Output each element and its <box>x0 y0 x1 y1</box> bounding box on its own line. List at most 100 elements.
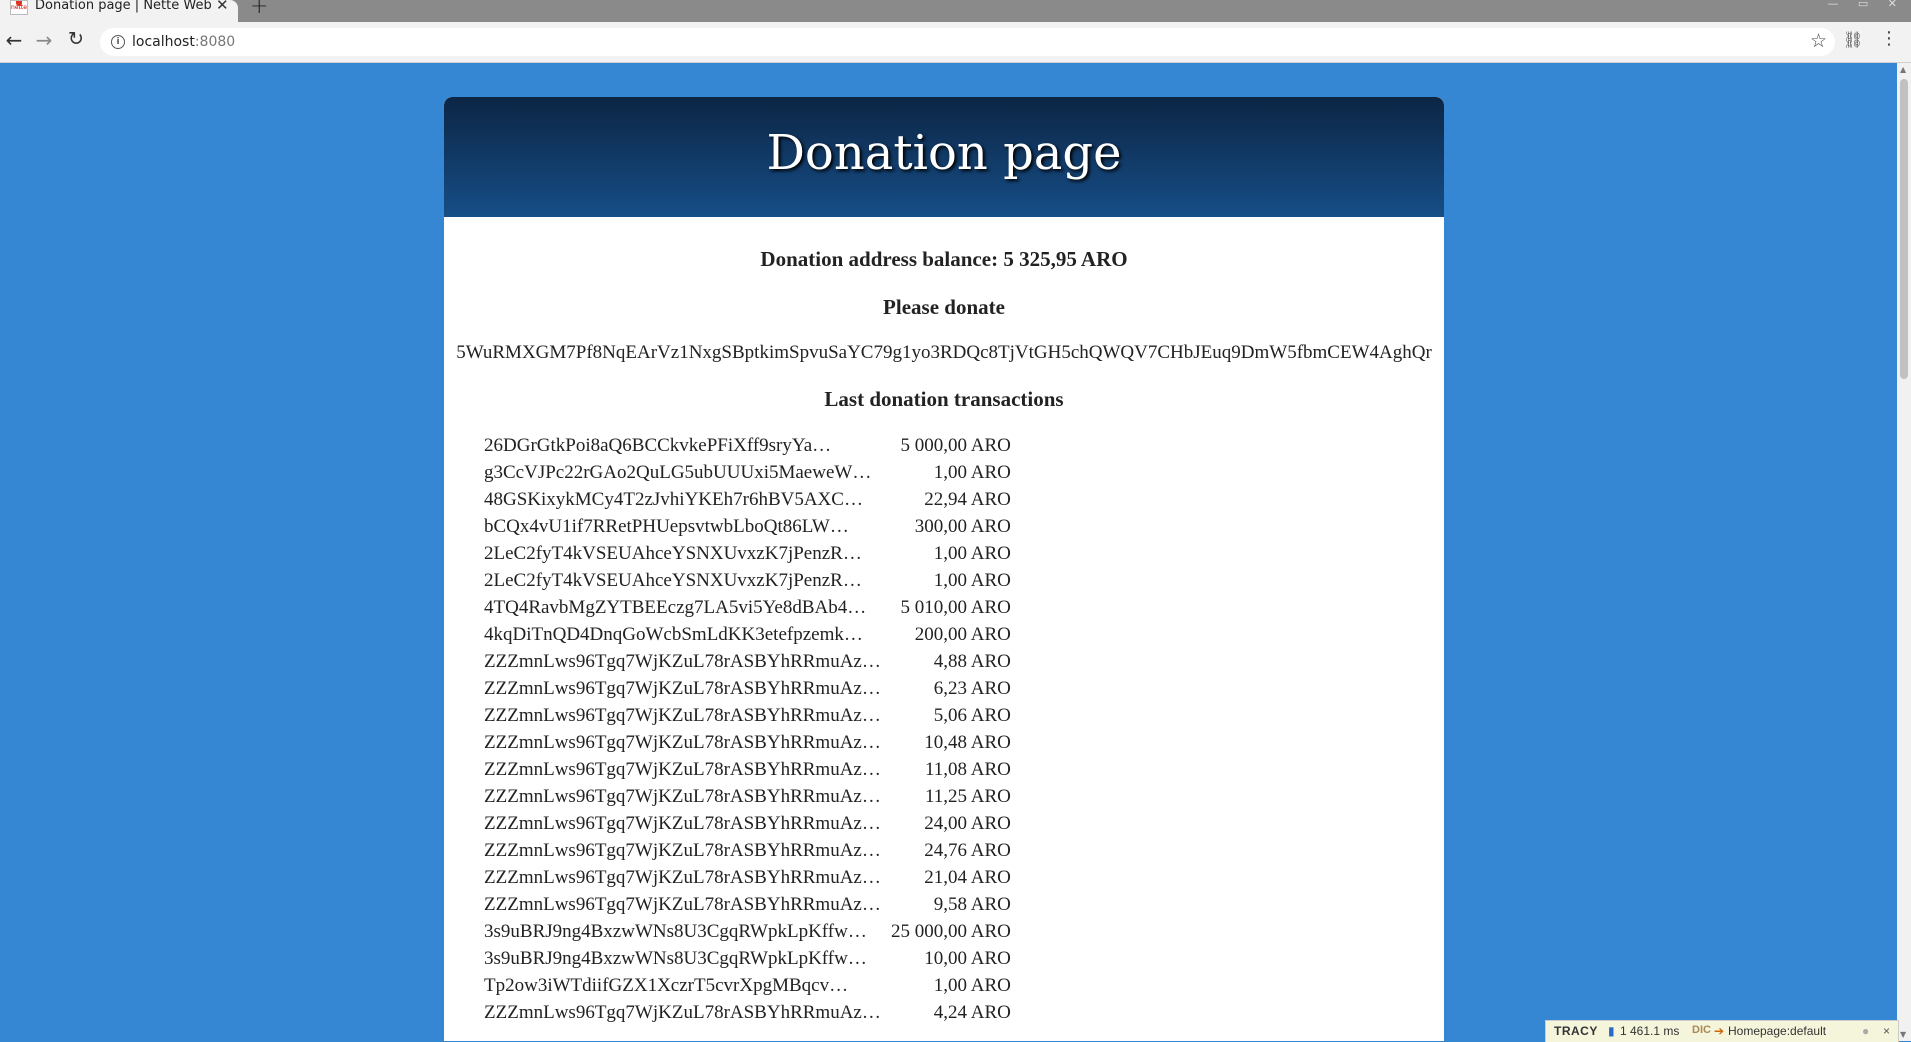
info-icon[interactable]: i <box>111 35 125 49</box>
transaction-hash: ZZZmnLws96Tgq7WjKZuL78rASBYhRRmuAz… <box>484 1002 881 1023</box>
transaction-hash: ZZZmnLws96Tgq7WjKZuL78rASBYhRRmuAz… <box>484 705 881 726</box>
transactions-table: 26DGrGtkPoi8aQ6BCCkvkePFiXff9sryYa… 5 000… <box>484 435 1011 1029</box>
transaction-amount: 200,00 ARO <box>914 624 1011 645</box>
transaction-hash: 3s9uBRJ9ng4BxzwWNs8U3CgqRWpkLpKffw… <box>484 948 867 969</box>
transaction-row: ZZZmnLws96Tgq7WjKZuL78rASBYhRRmuAz… 24,00… <box>484 813 1011 840</box>
page-header: Donation page <box>444 97 1444 217</box>
transaction-amount: 22,94 ARO <box>924 489 1011 510</box>
transaction-amount: 25 000,00 ARO <box>891 921 1011 942</box>
scroll-down-arrow-icon[interactable]: ▼ <box>1900 1030 1906 1039</box>
tab-title: Donation page | Nette Web <box>35 0 212 13</box>
browser-toolbar: ← → ↻ i localhost:8080 ☆ ⛓ ⋮ <box>0 22 1911 63</box>
scroll-thumb[interactable] <box>1900 79 1908 379</box>
transaction-hash: 2LeC2fyT4kVSEUAhceYSNXUvxzK7jPenzR… <box>484 543 862 564</box>
tab-donation-page[interactable]: nette Donation page | Nette Web ✕ <box>0 0 238 22</box>
back-arrow-icon[interactable]: ← <box>2 28 26 52</box>
star-icon[interactable]: ☆ <box>1810 30 1827 52</box>
url-host: localhost <box>132 34 195 50</box>
transaction-amount: 5 010,00 ARO <box>900 597 1011 618</box>
transaction-hash: 4kqDiTnQD4DnqGoWcbSmLdKK3etefpzemk… <box>484 624 863 645</box>
donation-card: Donation page Donation address balance: … <box>444 97 1444 1041</box>
transaction-amount: 9,58 ARO <box>933 894 1011 915</box>
transaction-hash: ZZZmnLws96Tgq7WjKZuL78rASBYhRRmuAz… <box>484 786 881 807</box>
reload-icon[interactable]: ↻ <box>64 28 88 50</box>
page-scrollbar[interactable]: ▲ ▼ <box>1897 63 1911 1041</box>
tracy-logo[interactable]: TRACY <box>1554 1024 1598 1038</box>
transaction-row: ZZZmnLws96Tgq7WjKZuL78rASBYhRRmuAz… 6,23 … <box>484 678 1011 705</box>
transaction-hash: 3s9uBRJ9ng4BxzwWNs8U3CgqRWpkLpKffw… <box>484 921 867 942</box>
balance-heading: Donation address balance: 5 325,95 ARO <box>760 247 1128 271</box>
please-donate-heading: Please donate <box>883 295 1005 319</box>
transaction-amount: 24,76 ARO <box>924 840 1011 861</box>
transaction-amount: 21,04 ARO <box>924 867 1011 888</box>
tracy-route[interactable]: Homepage:default <box>1728 1024 1826 1038</box>
page-viewport: Donation page Donation address balance: … <box>0 63 1897 1041</box>
transaction-amount: 4,88 ARO <box>933 651 1011 672</box>
kebab-menu-icon[interactable]: ⋮ <box>1880 28 1898 49</box>
transaction-amount: 24,00 ARO <box>924 813 1011 834</box>
transaction-row: ZZZmnLws96Tgq7WjKZuL78rASBYhRRmuAz… 9,58 … <box>484 894 1011 921</box>
tab-close-icon[interactable]: ✕ <box>216 0 229 13</box>
transaction-amount: 1,00 ARO <box>933 570 1011 591</box>
transaction-amount: 5 000,00 ARO <box>900 435 1011 456</box>
transaction-row: ZZZmnLws96Tgq7WjKZuL78rASBYhRRmuAz… 4,88 … <box>484 651 1011 678</box>
last-transactions-heading: Last donation transactions <box>824 387 1064 411</box>
new-tab-button[interactable]: + <box>250 0 268 19</box>
bar-chart-icon: ▮ <box>1608 1024 1615 1038</box>
transaction-amount: 1,00 ARO <box>933 543 1011 564</box>
transaction-hash: Tp2ow3iWTdiifGZX1XczrT5cvrXpgMBqcv… <box>484 975 849 996</box>
tracy-close-icon[interactable]: × <box>1883 1024 1890 1038</box>
transaction-row: Tp2ow3iWTdiifGZX1XczrT5cvrXpgMBqcv… 1,00 … <box>484 975 1011 1002</box>
transaction-hash: ZZZmnLws96Tgq7WjKZuL78rASBYhRRmuAz… <box>484 867 881 888</box>
tracy-debug-bar[interactable]: TRACY ▮ 1 461.1 ms DIC ➔ Homepage:defaul… <box>1545 1020 1899 1042</box>
transaction-row: 26DGrGtkPoi8aQ6BCCkvkePFiXff9sryYa… 5 000… <box>484 435 1011 462</box>
nette-favicon-icon: nette <box>10 0 28 15</box>
address-bar[interactable]: i localhost:8080 ☆ <box>100 28 1835 56</box>
transaction-row: ZZZmnLws96Tgq7WjKZuL78rASBYhRRmuAz… 24,76… <box>484 840 1011 867</box>
transaction-row: 4kqDiTnQD4DnqGoWcbSmLdKK3etefpzemk… 200,0… <box>484 624 1011 651</box>
transaction-hash: ZZZmnLws96Tgq7WjKZuL78rASBYhRRmuAz… <box>484 651 881 672</box>
transaction-row: 3s9uBRJ9ng4BxzwWNs8U3CgqRWpkLpKffw… 10,00… <box>484 948 1011 975</box>
transaction-row: g3CcVJPc22rGAo2QuLG5ubUUUxi5MaeweW… 1,00 … <box>484 462 1011 489</box>
scroll-up-arrow-icon[interactable]: ▲ <box>1900 65 1906 74</box>
tab-strip: nette Donation page | Nette Web ✕ + — ▭ … <box>0 0 1911 22</box>
transaction-row: 2LeC2fyT4kVSEUAhceYSNXUvxzK7jPenzR… 1,00 … <box>484 570 1011 597</box>
transaction-hash: g3CcVJPc22rGAo2QuLG5ubUUUxi5MaeweW… <box>484 462 872 483</box>
transaction-row: ZZZmnLws96Tgq7WjKZuL78rASBYhRRmuAz… 5,06 … <box>484 705 1011 732</box>
transaction-hash: ZZZmnLws96Tgq7WjKZuL78rASBYhRRmuAz… <box>484 678 881 699</box>
transaction-row: ZZZmnLws96Tgq7WjKZuL78rASBYhRRmuAz… 11,08… <box>484 759 1011 786</box>
transaction-hash: ZZZmnLws96Tgq7WjKZuL78rASBYhRRmuAz… <box>484 732 881 753</box>
extension-icon[interactable]: ⛓ <box>1843 30 1863 49</box>
donation-address: 5WuRMXGM7Pf8NqEArVz1NxgSBptkimSpvuSaYC79… <box>456 342 1432 363</box>
url-text[interactable]: localhost:8080 <box>132 34 235 50</box>
transaction-hash: ZZZmnLws96Tgq7WjKZuL78rASBYhRRmuAz… <box>484 759 881 780</box>
transaction-row: 2LeC2fyT4kVSEUAhceYSNXUvxzK7jPenzR… 1,00 … <box>484 543 1011 570</box>
transaction-amount: 6,23 ARO <box>933 678 1011 699</box>
url-port: :8080 <box>194 34 236 50</box>
transaction-row: ZZZmnLws96Tgq7WjKZuL78rASBYhRRmuAz… 21,04… <box>484 867 1011 894</box>
transaction-amount: 1,00 ARO <box>933 975 1011 996</box>
transaction-row: ZZZmnLws96Tgq7WjKZuL78rASBYhRRmuAz… 10,48… <box>484 732 1011 759</box>
transaction-hash: 48GSKixykMCy4T2zJvhiYKEh7r6hBV5AXC… <box>484 489 863 510</box>
transaction-amount: 10,00 ARO <box>924 948 1011 969</box>
transaction-hash: ZZZmnLws96Tgq7WjKZuL78rASBYhRRmuAz… <box>484 840 881 861</box>
transaction-amount: 4,24 ARO <box>933 1002 1011 1023</box>
forward-arrow-icon[interactable]: → <box>32 28 56 52</box>
transaction-amount: 11,25 ARO <box>924 786 1011 807</box>
page-title: Donation page <box>766 125 1122 181</box>
transaction-row: bCQx4vU1if7RRetPHUepsvtwbLboQt86LW… 300,0… <box>484 516 1011 543</box>
user-icon[interactable]: ● <box>1862 1024 1869 1038</box>
tracy-di-panel[interactable]: DIC <box>1692 1024 1711 1036</box>
transaction-hash: 2LeC2fyT4kVSEUAhceYSNXUvxzK7jPenzR… <box>484 570 862 591</box>
transaction-hash: ZZZmnLws96Tgq7WjKZuL78rASBYhRRmuAz… <box>484 813 881 834</box>
route-arrow-icon: ➔ <box>1714 1024 1725 1038</box>
transaction-amount: 11,08 ARO <box>924 759 1011 780</box>
transaction-row: ZZZmnLws96Tgq7WjKZuL78rASBYhRRmuAz… 4,24 … <box>484 1002 1011 1029</box>
transaction-row: 4TQ4RavbMgZYTBEEczg7LA5vi5Ye8dBAb4… 5 010… <box>484 597 1011 624</box>
window-controls[interactable]: — ▭ ✕ <box>1827 0 1905 10</box>
transaction-hash: 26DGrGtkPoi8aQ6BCCkvkePFiXff9sryYa… <box>484 435 832 456</box>
transaction-hash: bCQx4vU1if7RRetPHUepsvtwbLboQt86LW… <box>484 516 849 537</box>
transaction-row: 3s9uBRJ9ng4BxzwWNs8U3CgqRWpkLpKffw… 25 00… <box>484 921 1011 948</box>
tracy-execution-time[interactable]: 1 461.1 ms <box>1620 1024 1679 1038</box>
transaction-amount: 1,00 ARO <box>933 462 1011 483</box>
